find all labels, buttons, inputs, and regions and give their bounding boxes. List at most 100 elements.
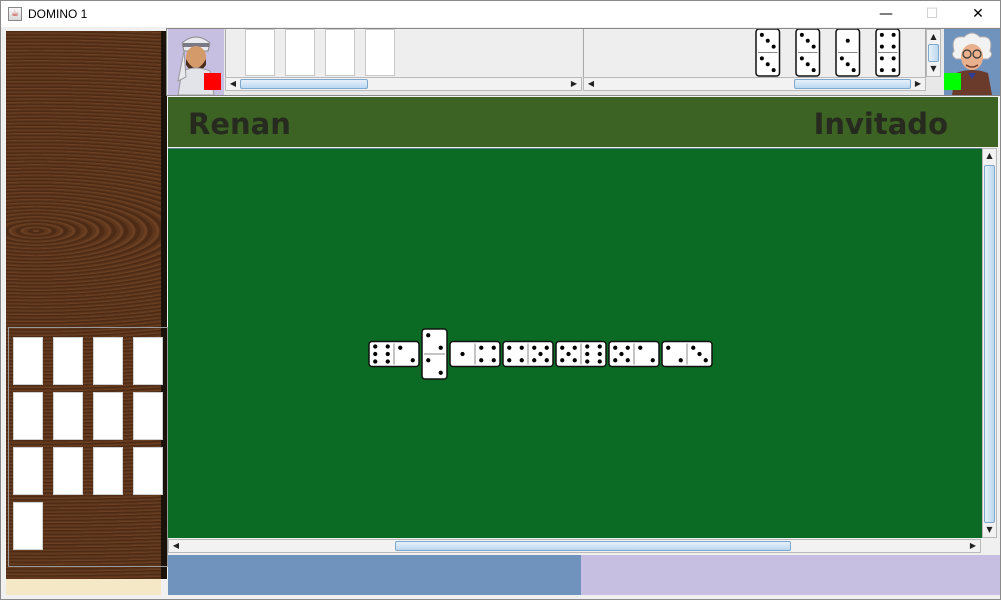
pip [479,345,484,350]
pip [491,345,496,350]
right-hand-vscrollbar[interactable]: ▲ ▼ [926,29,941,77]
scroll-right-arrow-icon[interactable]: ▶ [567,78,581,90]
pip [597,359,602,364]
hand-tile[interactable] [245,29,275,76]
board-vscrollbar[interactable]: ▲ ▼ [982,148,997,538]
scroll-left-arrow-icon[interactable]: ◀ [584,78,598,90]
pip [532,358,537,363]
board-hscrollbar[interactable]: ◀ ▶ [168,539,981,553]
boneyard-tile[interactable] [53,392,83,440]
boneyard-tile[interactable] [133,337,163,385]
pip [544,345,549,350]
pip [613,345,618,350]
app-window: ☕ DOMINO 1 — ☐ ✕ ◀ ▶ ◀ ▶ ▲ ▼ Renan Invit… [0,0,1001,600]
pip [519,345,524,350]
boneyard-tile[interactable] [133,447,163,495]
pip [805,62,810,67]
right-player-indicator [944,73,961,90]
pip [765,38,770,43]
scroll-right-arrow-icon[interactable]: ▶ [966,540,980,552]
boneyard-tile[interactable] [13,337,43,385]
left-player-indicator [204,73,221,90]
pip [560,345,565,350]
hand-tile[interactable] [325,29,355,76]
domino-tile[interactable] [795,28,821,77]
pip [845,38,850,43]
pip [845,62,850,67]
pip [879,56,884,61]
minimize-button[interactable]: — [863,1,909,27]
scroll-down-arrow-icon[interactable]: ▼ [927,62,940,76]
domino-tile[interactable] [421,328,448,380]
pip [771,44,776,49]
game-board[interactable] [168,148,983,538]
left-player-name: Renan [188,107,291,141]
scroll-down-arrow-icon[interactable]: ▼ [983,523,996,537]
pip [879,32,884,37]
boneyard-tile[interactable] [53,337,83,385]
window-title: DOMINO 1 [28,7,88,21]
pip [619,351,624,357]
scroll-thumb[interactable] [928,44,939,62]
pip [585,351,590,357]
scroll-right-arrow-icon[interactable]: ▶ [911,78,925,90]
boneyard-tile[interactable] [53,447,83,495]
pip [538,351,543,357]
domino-tile[interactable] [502,340,554,368]
pip [691,345,696,350]
pip [811,44,816,49]
boneyard-tile[interactable] [13,502,43,550]
java-app-icon: ☕ [8,7,22,21]
boneyard-tile[interactable] [133,392,163,440]
boneyard-tile[interactable] [93,392,123,440]
left-hand-scrollbar[interactable]: ◀ ▶ [225,77,582,91]
pip [759,56,764,61]
pip [585,344,590,349]
boneyard-tile[interactable] [13,392,43,440]
pip [839,56,844,61]
boneyard-tile[interactable] [13,447,43,495]
scroll-thumb[interactable] [395,541,791,551]
pip [532,345,537,350]
scroll-thumb[interactable] [794,79,911,89]
hand-tile[interactable] [285,29,315,76]
pip [373,359,378,364]
right-hand-scrollbar[interactable]: ◀ ▶ [583,77,926,91]
pip [507,345,512,350]
maximize-button[interactable]: ☐ [909,1,955,27]
scroll-left-arrow-icon[interactable]: ◀ [169,540,183,552]
boneyard-tile[interactable] [93,447,123,495]
scroll-thumb[interactable] [984,165,995,523]
boneyard-tile[interactable] [93,337,123,385]
pip [426,358,431,363]
domino-tile[interactable] [368,340,420,368]
scroll-left-arrow-icon[interactable]: ◀ [226,78,240,90]
pip [891,56,896,61]
domino-tile[interactable] [835,28,861,77]
pip [585,359,590,364]
pip [597,351,602,357]
pip [638,345,643,350]
pip [879,44,884,49]
domino-tile[interactable] [755,28,781,77]
scroll-up-arrow-icon[interactable]: ▲ [927,30,940,44]
pip [891,68,896,73]
close-button[interactable]: ✕ [955,1,1001,27]
pip [385,359,390,364]
pip [851,68,856,73]
domino-tile[interactable] [661,340,713,368]
pip [373,351,378,357]
pip [666,345,671,350]
pip [385,351,390,357]
domino-tile[interactable] [449,340,501,368]
domino-tile[interactable] [875,28,901,77]
domino-tile[interactable] [555,340,607,368]
pip [572,345,577,350]
scroll-thumb[interactable] [240,79,368,89]
status-panel-left [168,555,581,595]
pip [438,345,443,350]
pip [479,358,484,363]
domino-tile[interactable] [608,340,660,368]
hand-tile[interactable] [365,29,395,76]
scroll-up-arrow-icon[interactable]: ▲ [983,149,996,163]
